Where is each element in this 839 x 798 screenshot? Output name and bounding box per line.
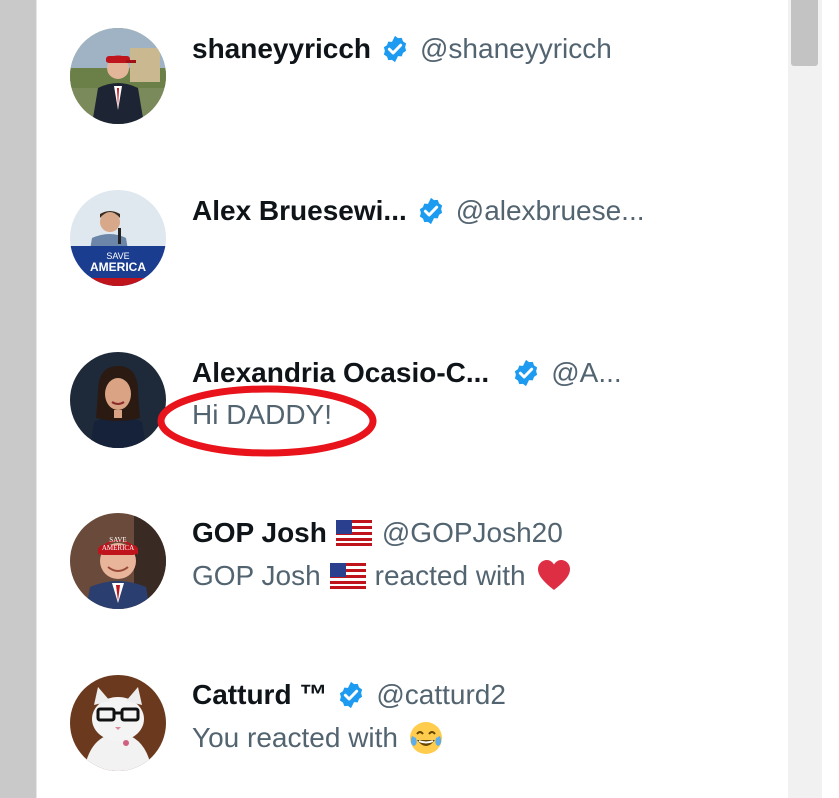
- user-avatar[interactable]: [70, 675, 166, 771]
- user-handle[interactable]: @catturd2: [376, 679, 506, 711]
- avatar-cap-text-bottom: AMERICA: [102, 544, 134, 552]
- reaction-actor: GOP Josh: [192, 560, 321, 591]
- window-right-edge: [822, 0, 839, 798]
- user-handle[interactable]: @A...: [551, 357, 621, 389]
- reaction-text: reacted with: [374, 560, 526, 591]
- message-text: Hi DADDY!: [192, 399, 333, 430]
- us-flag-icon: [329, 563, 366, 589]
- name-line: GOP Josh @GOPJosh20: [192, 513, 563, 553]
- user-avatar[interactable]: SAVE AMERICA: [70, 190, 166, 286]
- notification-row[interactable]: shaneyyricch @shaneyyricch: [37, 0, 788, 150]
- person-cap-icon: SAVE AMERICA: [70, 513, 166, 609]
- user-avatar[interactable]: [70, 352, 166, 448]
- verified-badge-icon: [380, 34, 410, 64]
- notification-row[interactable]: SAVE AMERICA Alex Bruesewi... @alexbrues…: [37, 160, 788, 310]
- notification-row[interactable]: Catturd ™ @catturd2 You reacted with: [37, 640, 788, 790]
- verified-badge-icon: [511, 358, 541, 388]
- display-name[interactable]: shaneyyricch: [192, 33, 371, 65]
- notification-row[interactable]: Alexandria Ocasio-C... @A... Hi DADDY!: [37, 320, 788, 470]
- notifications-list: shaneyyricch @shaneyyricch SAVE AMERICA …: [37, 0, 788, 798]
- name-line: Alexandria Ocasio-C... @A...: [192, 353, 622, 393]
- display-name[interactable]: Alexandria Ocasio-C...: [192, 357, 489, 389]
- name-line: Alex Bruesewi... @alexbruese...: [192, 191, 645, 231]
- scrollbar-thumb[interactable]: [791, 0, 818, 66]
- scrollbar-track[interactable]: [788, 0, 822, 798]
- notification-row[interactable]: SAVE AMERICA GOP Josh @GOPJosh20 GOP Jos…: [37, 480, 788, 630]
- name-line: shaneyyricch @shaneyyricch: [192, 29, 612, 69]
- user-avatar[interactable]: [70, 28, 166, 124]
- tears-of-joy-emoji-icon: [408, 720, 444, 756]
- display-name[interactable]: GOP Josh: [192, 517, 327, 549]
- user-handle[interactable]: @GOPJosh20: [382, 517, 563, 549]
- reaction-text: You reacted with: [192, 722, 398, 753]
- reaction-line: GOP Josh reacted with: [192, 556, 572, 596]
- verified-badge-icon: [336, 680, 366, 710]
- person-podium-icon: SAVE AMERICA: [70, 190, 166, 286]
- user-handle[interactable]: @shaneyyricch: [420, 33, 612, 65]
- avatar-sign-text-bottom: AMERICA: [90, 260, 146, 274]
- person-red-cap-icon: [70, 28, 166, 124]
- red-heart-icon: [536, 558, 572, 594]
- window-left-gutter: [0, 0, 36, 798]
- name-line: Catturd ™ @catturd2: [192, 675, 506, 715]
- cat-glasses-icon: [70, 675, 166, 771]
- verified-badge-icon: [416, 196, 446, 226]
- user-avatar[interactable]: SAVE AMERICA: [70, 513, 166, 609]
- us-flag-icon: [335, 520, 372, 546]
- user-handle[interactable]: @alexbruese...: [456, 195, 645, 227]
- avatar-cap-text-top: SAVE: [109, 536, 126, 544]
- message-preview: Hi DADDY!: [192, 395, 332, 435]
- reaction-line: You reacted with: [192, 718, 444, 758]
- display-name[interactable]: Catturd ™: [192, 679, 327, 711]
- display-name[interactable]: Alex Bruesewi...: [192, 195, 407, 227]
- woman-portrait-icon: [70, 352, 166, 448]
